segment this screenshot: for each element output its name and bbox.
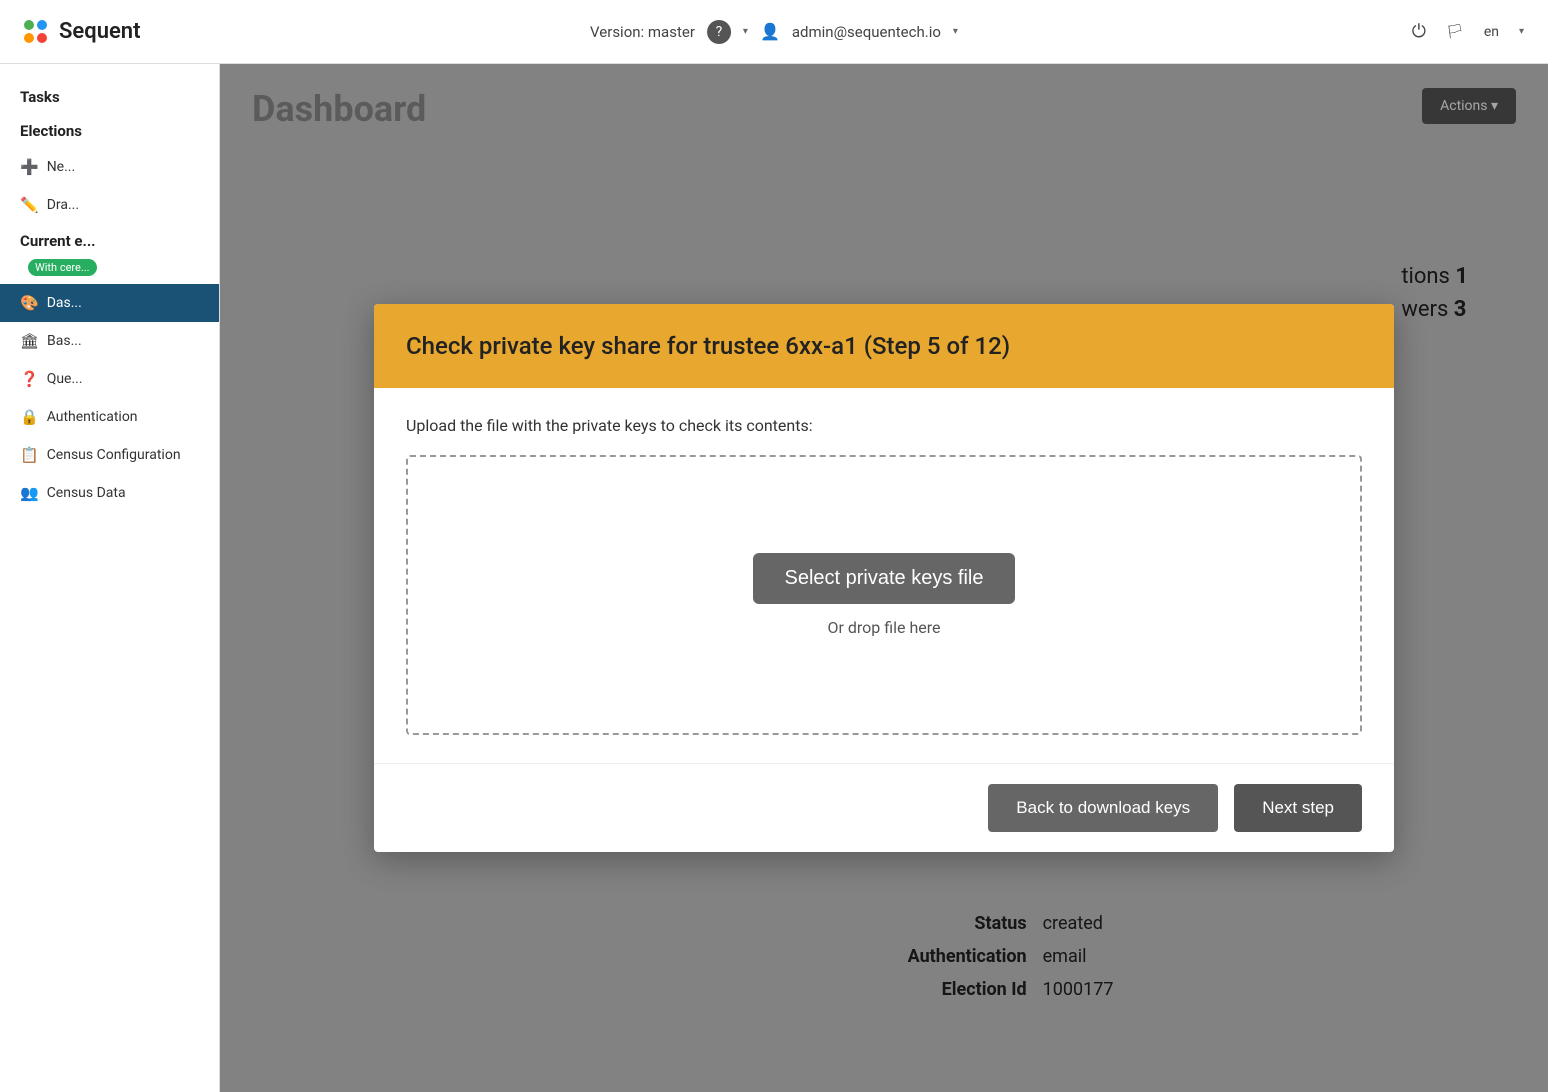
lang-label[interactable]: en <box>1484 24 1499 40</box>
user-icon: 👤 <box>760 22 780 41</box>
sidebar-item-drafts[interactable]: ✏️ Dra... <box>0 186 219 224</box>
upload-description: Upload the file with the private keys to… <box>406 416 1362 435</box>
version-text: Version: master <box>590 23 695 41</box>
modal-header: Check private key share for trustee 6xx-… <box>374 304 1394 388</box>
modal-body: Upload the file with the private keys to… <box>374 388 1394 763</box>
modal: Check private key share for trustee 6xx-… <box>374 304 1394 852</box>
dot-red <box>37 33 47 43</box>
basic-icon: 🏛 <box>20 332 39 350</box>
drop-text: Or drop file here <box>827 618 940 637</box>
modal-footer: Back to download keys Next step <box>374 763 1394 852</box>
user-email[interactable]: admin@sequentech.io <box>792 23 941 41</box>
dot-green <box>24 20 34 30</box>
brand-name: Sequent <box>59 19 141 44</box>
questions-icon: ❓ <box>20 370 39 388</box>
brand: Sequent <box>24 19 141 44</box>
plus-icon: ➕ <box>20 158 39 176</box>
sidebar-item-questions[interactable]: ❓ Que... <box>0 360 219 398</box>
sidebar-item-census-config[interactable]: 📋 Census Configuration <box>0 436 219 474</box>
ceremony-badge: With cere... <box>28 259 97 276</box>
sidebar-drafts-label: Dra... <box>47 197 79 213</box>
navbar: Sequent Version: master ? ▾ 👤 admin@sequ… <box>0 0 1548 64</box>
sidebar-basic-label: Bas... <box>47 333 82 349</box>
sidebar: Tasks Elections ➕ Ne... ✏️ Dra... Curren… <box>0 64 220 1092</box>
navbar-center: Version: master ? ▾ 👤 admin@sequentech.i… <box>590 20 958 44</box>
help-icon[interactable]: ? <box>707 20 731 44</box>
sidebar-item-dashboard[interactable]: 🎨 Das... <box>0 284 219 322</box>
sidebar-item-census-data[interactable]: 👥 Census Data <box>0 474 219 512</box>
page-layout: Tasks Elections ➕ Ne... ✏️ Dra... Curren… <box>0 64 1548 1092</box>
sidebar-item-basic[interactable]: 🏛 Bas... <box>0 322 219 360</box>
sidebar-current-section: Current e... With cere... <box>0 224 219 284</box>
flag-icon: 🏳 <box>1446 24 1464 40</box>
sidebar-item-authentication[interactable]: 🔒 Authentication <box>0 398 219 436</box>
brand-dots <box>24 20 47 43</box>
sidebar-census-config-label: Census Configuration <box>47 447 181 463</box>
census-data-icon: 👥 <box>20 484 39 502</box>
census-config-icon: 📋 <box>20 446 39 464</box>
sidebar-tasks-title: Tasks <box>0 80 219 114</box>
navbar-right: ⏻ 🏳 en ▾ <box>1412 21 1524 42</box>
power-icon[interactable]: ⏻ <box>1412 21 1426 42</box>
lang-dropdown-arrow: ▾ <box>1519 26 1524 37</box>
sidebar-questions-label: Que... <box>47 371 83 387</box>
file-drop-zone[interactable]: Select private keys file Or drop file he… <box>406 455 1362 735</box>
sidebar-elections-title: Elections <box>0 114 219 148</box>
dot-blue <box>37 20 47 30</box>
modal-title: Check private key share for trustee 6xx-… <box>406 332 1362 360</box>
sidebar-current-label: Current e... <box>20 232 199 250</box>
sidebar-new-label: Ne... <box>47 159 76 175</box>
edit-icon: ✏️ <box>20 196 39 214</box>
user-dropdown-arrow: ▾ <box>953 26 958 37</box>
main-content: Dashboard Actions ▾ tions 1 wers 3 Statu… <box>220 64 1548 1092</box>
dashboard-icon: 🎨 <box>20 294 39 312</box>
back-to-download-keys-button[interactable]: Back to download keys <box>988 784 1218 832</box>
help-dropdown-arrow: ▾ <box>743 26 748 37</box>
dot-orange <box>24 33 34 43</box>
sidebar-ceremony-badge: With cere... <box>24 256 199 276</box>
lock-icon: 🔒 <box>20 408 39 426</box>
sidebar-dashboard-label: Das... <box>47 295 82 311</box>
sidebar-census-data-label: Census Data <box>47 485 126 501</box>
sidebar-auth-label: Authentication <box>47 409 138 425</box>
modal-overlay: Check private key share for trustee 6xx-… <box>220 64 1548 1092</box>
next-step-button[interactable]: Next step <box>1234 784 1362 832</box>
sidebar-item-new[interactable]: ➕ Ne... <box>0 148 219 186</box>
select-file-button[interactable]: Select private keys file <box>753 553 1016 604</box>
